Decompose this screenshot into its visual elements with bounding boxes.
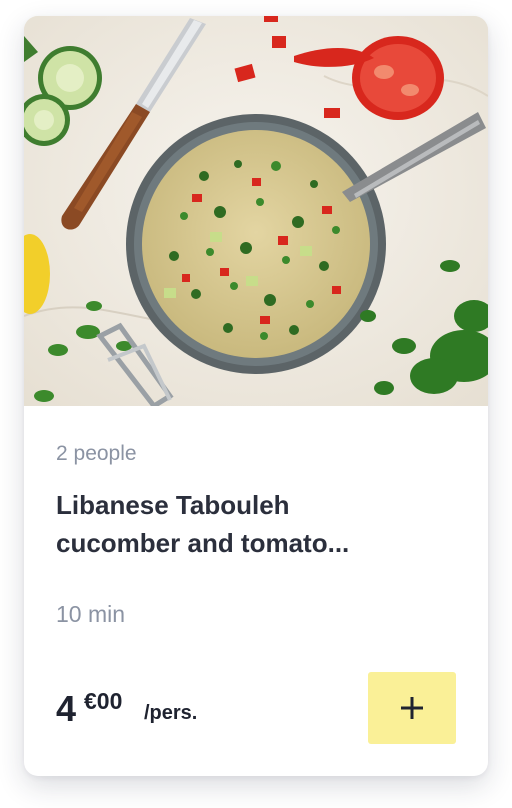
- recipe-title-line-2: cucomber and tomato...: [56, 528, 350, 558]
- price-unit: /pers.: [144, 702, 198, 724]
- recipe-photo-illustration: [24, 16, 488, 406]
- price-integer: 4: [56, 688, 77, 729]
- recipe-title: Libanese Tabouleh cucomber and tomato...: [56, 486, 456, 562]
- recipe-photo: [24, 16, 488, 406]
- duration-label: 10 min: [56, 601, 126, 627]
- recipe-card[interactable]: 2 people Libanese Tabouleh cucomber and …: [24, 16, 488, 776]
- recipe-title-line-1: Libanese Tabouleh: [56, 490, 290, 520]
- plus-icon: [401, 697, 423, 719]
- add-to-cart-button[interactable]: [368, 672, 456, 744]
- price-decimal: €00: [84, 688, 123, 714]
- servings-label: 2 people: [56, 442, 137, 465]
